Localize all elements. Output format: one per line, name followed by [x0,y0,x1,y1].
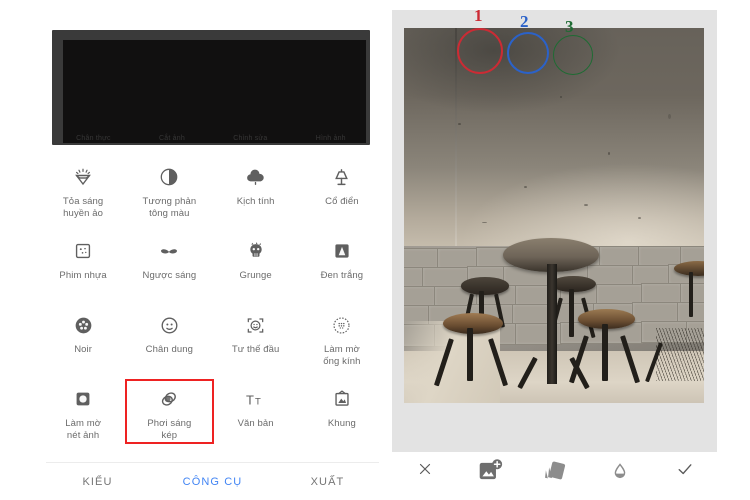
rain-cloud-icon [243,164,269,190]
tool-item-co-dien[interactable]: Cổ điển [299,158,385,221]
svg-text:T: T [255,396,261,407]
tool-label: Phơi sáng kép [147,418,192,441]
svg-text:T: T [246,392,254,407]
tool-item-van-ban[interactable]: T T Văn bản [213,380,299,443]
text-icon: T T [243,386,269,412]
frame-icon [329,386,355,412]
tool-item-lam-mo-ong-kinh[interactable]: Làm mờ ống kính [299,306,385,369]
tool-label: Chân dung [145,344,194,355]
annotation-number-3: 3 [565,17,574,36]
lens-blur-icon [329,312,355,338]
image-preview-area[interactable]: Chân thực Cắt ảnh Chỉnh sửa Hình ảnh [52,30,370,145]
tool-item-tuong-phan-tong-mau[interactable]: Tương phản tông màu [126,158,212,221]
tool-item-noir[interactable]: Noir [40,306,126,369]
tool-item-tu-the-dau[interactable]: Tư thế đầu [213,306,299,369]
bottom-tab-bar: KIỂU CÔNG CỤ XUẤT [40,463,385,500]
editor-bottom-bar [392,452,717,490]
tool-item-toa-sang-huyen-ao[interactable]: Tỏa sáng huyền ảo [40,158,126,221]
opacity-droplet-icon [605,456,635,486]
tool-label: Kịch tính [236,196,275,207]
blend-mode-button[interactable] [538,454,572,488]
tool-label: Grunge [239,270,272,281]
tool-item-khung[interactable]: Khung [299,380,385,443]
check-icon [675,459,695,484]
double-exposure-icon [156,386,182,412]
tilt-shift-icon [70,386,96,412]
double-exposure-screen: 1 2 3 [392,10,717,490]
image-preview-obscured [63,40,366,143]
annotation-circle-2 [507,32,549,74]
tab-xuat[interactable]: XUẤT [270,476,385,488]
film-reel-icon [70,312,96,338]
tool-item-phim-nhua[interactable]: Phim nhựa [40,232,126,295]
close-x-icon [416,460,434,483]
film-grain-icon [70,238,96,264]
tool-label: Ngược sáng [142,270,197,281]
blend-mode-icon [540,456,570,486]
tool-label: Khung [327,418,356,429]
photo-table-post [546,264,557,385]
annotation-circle-1 [457,28,503,74]
opacity-button[interactable] [603,454,637,488]
add-image-icon [475,456,505,486]
tool-item-kich-tinh[interactable]: Kịch tính [213,158,299,221]
tool-label: Tỏa sáng huyền ảo [62,196,104,219]
grunge-skull-icon [243,238,269,264]
annotation-number-2: 2 [520,12,529,31]
tool-grid: Tỏa sáng huyền ảo Tương phản tông màu Kị… [40,158,385,444]
tools-screen: Chân thực Cắt ảnh Chỉnh sửa Hình ảnh Tỏa… [40,10,385,490]
tool-label: Cổ điển [325,196,359,207]
confirm-button[interactable] [668,454,702,488]
black-white-icon [329,238,355,264]
tool-label: Văn bản [237,418,274,429]
edited-photo-preview[interactable] [404,28,704,403]
diamond-sparkle-icon [70,164,96,190]
tool-item-phoi-sang-kep[interactable]: Phơi sáng kép [125,379,214,444]
moustache-icon [156,238,182,264]
tonal-contrast-icon [156,164,182,190]
cancel-button[interactable] [408,454,442,488]
tool-item-grunge[interactable]: Grunge [213,232,299,295]
tool-item-lam-mo-net-anh[interactable]: Làm mờ nét ảnh [40,380,126,443]
tool-label: Làm mờ ống kính [323,344,361,367]
lamp-icon [329,164,355,190]
tool-label: Tư thế đầu [231,344,280,355]
portrait-face-icon [156,312,182,338]
head-pose-icon [243,312,269,338]
screenshot-root: Chân thực Cắt ảnh Chỉnh sửa Hình ảnh Tỏa… [0,0,750,500]
tool-label: Noir [74,344,93,355]
tool-label: Đen trắng [320,270,364,281]
tool-label: Làm mờ nét ảnh [65,418,102,441]
add-image-button[interactable] [473,454,507,488]
tool-label: Tương phản tông màu [142,196,197,219]
tool-label: Phim nhựa [59,270,107,281]
tab-cong-cu[interactable]: CÔNG CỤ [155,476,270,488]
annotation-circle-3 [553,35,593,75]
tool-item-nguoc-sang[interactable]: Ngược sáng [126,232,212,295]
tool-item-chan-dung[interactable]: Chân dung [126,306,212,369]
tab-kieu[interactable]: KIỂU [40,476,155,488]
annotation-number-1: 1 [474,10,483,25]
tool-item-den-trang[interactable]: Đen trắng [299,232,385,295]
